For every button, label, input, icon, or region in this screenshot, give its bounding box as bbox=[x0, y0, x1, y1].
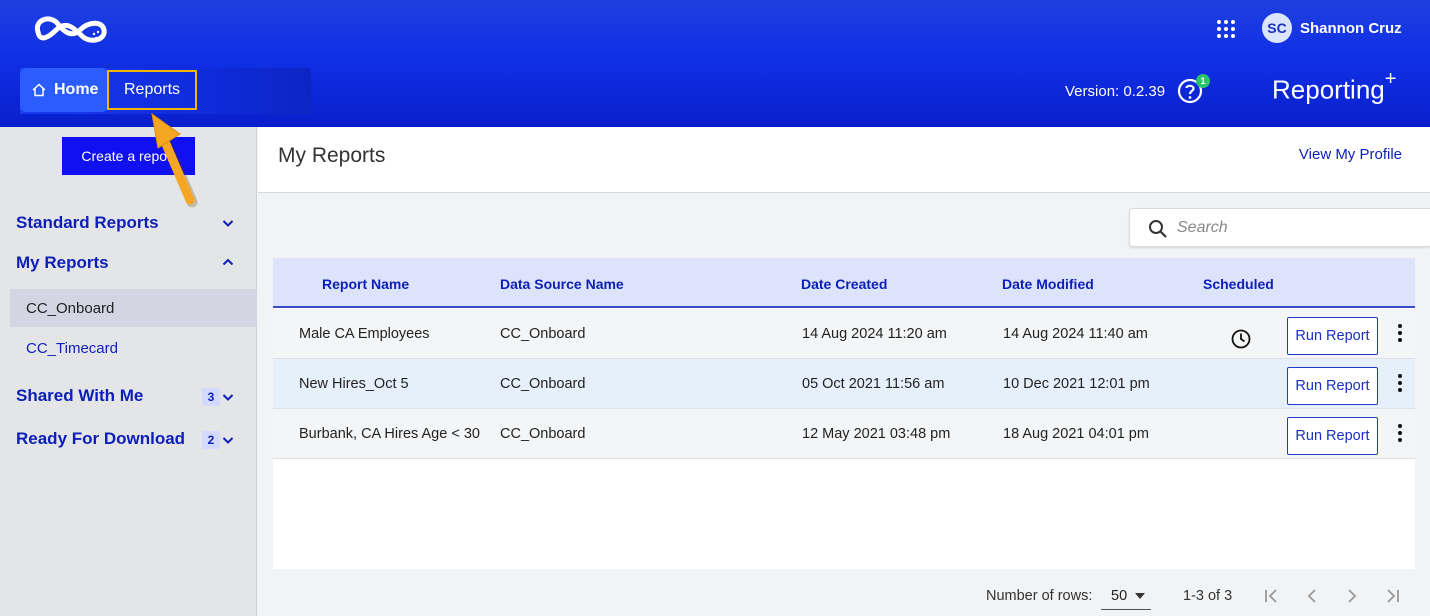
notification-badge: 1 bbox=[1196, 74, 1210, 88]
top-header: SC Shannon Cruz Home Reports Version: 0.… bbox=[0, 0, 1430, 127]
data-source-name: CC_Onboard bbox=[500, 326, 586, 342]
last-page-icon[interactable] bbox=[1383, 586, 1401, 606]
rows-per-page-value: 50 bbox=[1111, 588, 1128, 604]
sidebar-section-shared-with-me[interactable]: Shared With Me bbox=[16, 386, 143, 406]
report-name[interactable]: Burbank, CA Hires Age < 30 bbox=[299, 426, 480, 442]
sidebar: Create a report Standard Reports My Repo… bbox=[0, 127, 257, 616]
column-header-data-source[interactable]: Data Source Name bbox=[500, 276, 624, 292]
annotation-arrow-icon bbox=[151, 112, 198, 208]
search-box bbox=[1129, 208, 1430, 247]
chevron-down-icon[interactable] bbox=[222, 391, 234, 403]
home-button[interactable]: Home bbox=[20, 68, 108, 112]
pagination-range: 1-3 of 3 bbox=[1183, 588, 1233, 604]
company-logo-icon bbox=[34, 16, 107, 43]
run-report-button[interactable]: Run Report bbox=[1287, 417, 1378, 455]
column-header-scheduled[interactable]: Scheduled bbox=[1203, 276, 1274, 292]
clock-icon bbox=[1231, 329, 1251, 349]
table-header: Report Name Data Source Name Date Create… bbox=[273, 258, 1415, 308]
next-page-icon[interactable] bbox=[1343, 586, 1361, 606]
version-text: Version: 0.2.39 bbox=[1065, 83, 1166, 100]
more-options-icon[interactable] bbox=[1394, 373, 1406, 393]
shared-count-badge: 3 bbox=[202, 388, 220, 406]
previous-page-icon[interactable] bbox=[1303, 586, 1321, 606]
data-source-name: CC_Onboard bbox=[500, 376, 586, 392]
apps-grid-icon[interactable] bbox=[1216, 19, 1236, 39]
date-modified: 10 Dec 2021 12:01 pm bbox=[1003, 376, 1150, 392]
chevron-up-icon[interactable] bbox=[222, 256, 234, 268]
rows-per-page-label: Number of rows: bbox=[986, 588, 1093, 604]
sidebar-section-my-reports[interactable]: My Reports bbox=[16, 253, 109, 273]
search-icon bbox=[1149, 220, 1167, 238]
more-options-icon[interactable] bbox=[1394, 423, 1406, 443]
report-name[interactable]: Male CA Employees bbox=[299, 326, 430, 342]
view-profile-link[interactable]: View My Profile bbox=[1299, 146, 1402, 163]
avatar[interactable]: SC bbox=[1262, 13, 1292, 43]
column-header-date-modified[interactable]: Date Modified bbox=[1002, 276, 1094, 292]
home-label: Home bbox=[54, 81, 99, 98]
sidebar-item-cc-onboard[interactable]: CC_Onboard bbox=[10, 289, 257, 327]
sidebar-section-standard-reports[interactable]: Standard Reports bbox=[16, 213, 159, 233]
report-name[interactable]: New Hires_Oct 5 bbox=[299, 376, 409, 392]
page-title: My Reports bbox=[278, 144, 386, 167]
home-icon bbox=[32, 83, 46, 97]
rows-per-page-select[interactable]: 50 bbox=[1101, 582, 1151, 610]
download-count-badge: 2 bbox=[202, 431, 220, 449]
date-created: 14 Aug 2024 11:20 am bbox=[802, 326, 947, 342]
date-created: 12 May 2021 03:48 pm bbox=[802, 426, 951, 442]
page-header: My Reports View My Profile bbox=[258, 127, 1430, 193]
first-page-icon[interactable] bbox=[1263, 586, 1281, 606]
column-header-date-created[interactable]: Date Created bbox=[801, 276, 887, 292]
run-report-button[interactable]: Run Report bbox=[1287, 317, 1378, 355]
table-row[interactable]: Burbank, CA Hires Age < 30 CC_Onboard 12… bbox=[273, 409, 1415, 459]
brand-plus: + bbox=[1384, 68, 1397, 90]
sidebar-item-cc-timecard[interactable]: CC_Timecard bbox=[10, 329, 257, 367]
chevron-down-icon[interactable] bbox=[222, 434, 234, 446]
table-row[interactable]: New Hires_Oct 5 CC_Onboard 05 Oct 2021 1… bbox=[273, 359, 1415, 409]
date-created: 05 Oct 2021 11:56 am bbox=[802, 376, 945, 392]
column-header-report-name[interactable]: Report Name bbox=[322, 276, 409, 292]
data-source-name: CC_Onboard bbox=[500, 426, 586, 442]
caret-down-icon bbox=[1135, 593, 1145, 599]
brand-title: Reporting+ bbox=[1272, 68, 1397, 105]
date-modified: 18 Aug 2021 04:01 pm bbox=[1003, 426, 1149, 442]
date-modified: 14 Aug 2024 11:40 am bbox=[1003, 326, 1148, 342]
search-input[interactable] bbox=[1177, 217, 1407, 239]
table-row[interactable]: Male CA Employees CC_Onboard 14 Aug 2024… bbox=[273, 309, 1415, 359]
sidebar-section-ready-for-download[interactable]: Ready For Download bbox=[16, 429, 185, 449]
reports-table: Report Name Data Source Name Date Create… bbox=[273, 258, 1415, 569]
chevron-down-icon[interactable] bbox=[222, 217, 234, 229]
reports-tab-label: Reports bbox=[123, 81, 181, 98]
run-report-button[interactable]: Run Report bbox=[1287, 367, 1378, 405]
user-name[interactable]: Shannon Cruz bbox=[1300, 20, 1402, 37]
more-options-icon[interactable] bbox=[1394, 323, 1406, 343]
